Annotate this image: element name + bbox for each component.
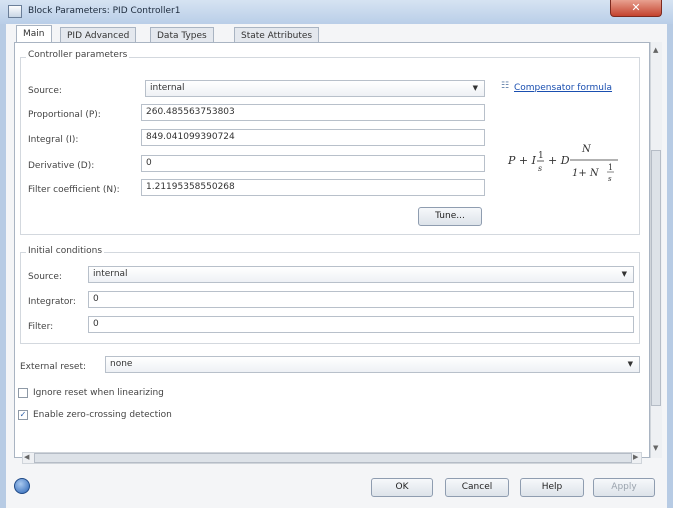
ic-source-label: Source: <box>28 272 62 282</box>
horizontal-scroll-thumb[interactable] <box>34 453 632 463</box>
chevron-down-icon: ▼ <box>621 270 627 278</box>
svg-text:+ D: + D <box>548 154 570 167</box>
external-reset-label: External reset: <box>20 362 87 372</box>
close-button[interactable]: ✕ <box>610 0 662 17</box>
zero-crossing-label: Enable zero-crossing detection <box>33 410 172 420</box>
chevron-down-icon: ▼ <box>627 360 633 368</box>
filter-coefficient-field[interactable]: 1.21195358550268 <box>141 179 485 196</box>
integrator-label: Integrator: <box>28 297 76 307</box>
tune-button[interactable]: Tune... <box>418 207 482 226</box>
proportional-label: Proportional (P): <box>28 110 101 120</box>
ok-button[interactable]: OK <box>371 478 433 497</box>
derivative-field[interactable]: 0 <box>141 155 485 172</box>
scroll-right-icon[interactable]: ▶ <box>633 453 638 461</box>
svg-text:s: s <box>608 175 612 183</box>
filter-coefficient-label: Filter coefficient (N): <box>28 185 120 195</box>
chevron-down-icon: ▼ <box>472 84 478 92</box>
external-reset-value: none <box>110 359 133 369</box>
vertical-scroll-thumb[interactable] <box>651 150 661 406</box>
svg-text:1: 1 <box>608 163 613 172</box>
window-title: Block Parameters: PID Controller1 <box>28 6 181 16</box>
ic-filter-label: Filter: <box>28 322 54 332</box>
svg-text:P + I: P + I <box>507 154 537 167</box>
initial-conditions-title: Initial conditions <box>26 246 105 256</box>
proportional-field[interactable]: 260.485563753803 <box>141 104 485 121</box>
ignore-reset-checkbox[interactable] <box>18 388 28 398</box>
svg-text:1: 1 <box>538 151 544 161</box>
scroll-down-icon[interactable]: ▼ <box>653 444 658 452</box>
help-button[interactable]: Help <box>520 478 584 497</box>
help-icon[interactable] <box>14 478 30 494</box>
apply-button[interactable]: Apply <box>593 478 655 497</box>
svg-text:N: N <box>581 144 592 155</box>
tab-state-attributes[interactable]: State Attributes <box>234 27 320 43</box>
integral-label: Integral (I): <box>28 135 79 145</box>
derivative-label: Derivative (D): <box>28 161 95 171</box>
tab-main[interactable]: Main <box>16 25 52 43</box>
cancel-button[interactable]: Cancel <box>445 478 509 497</box>
zero-crossing-checkbox[interactable]: ✓ <box>18 410 28 420</box>
source-label: Source: <box>28 86 62 96</box>
scroll-up-icon[interactable]: ▲ <box>653 46 658 54</box>
integrator-field[interactable]: 0 <box>88 291 634 308</box>
window-frame-right <box>667 24 673 508</box>
ic-filter-field[interactable]: 0 <box>88 316 634 333</box>
scroll-left-icon[interactable]: ◀ <box>24 453 29 461</box>
ic-source-value: internal <box>93 269 128 279</box>
window-icon <box>8 5 22 18</box>
controller-section-title: Controller parameters <box>26 50 130 60</box>
compensator-formula-link[interactable]: Compensator formula <box>514 83 612 93</box>
svg-text:s: s <box>538 164 542 173</box>
source-value: internal <box>150 83 185 93</box>
ic-source-dropdown[interactable]: internal ▼ <box>88 266 634 283</box>
compensator-formula: P + I 1 s + D N 1+ N 1 s <box>507 144 618 183</box>
tab-pid-advanced[interactable]: PID Advanced <box>60 27 137 43</box>
source-dropdown[interactable]: internal ▼ <box>145 80 485 97</box>
ignore-reset-label: Ignore reset when linearizing <box>33 388 164 398</box>
tab-data-types[interactable]: Data Types <box>150 27 214 43</box>
integral-field[interactable]: 849.041099390724 <box>141 129 485 146</box>
formula-icon: ☷ <box>501 81 510 91</box>
svg-text:1+ N: 1+ N <box>572 168 600 179</box>
external-reset-dropdown[interactable]: none ▼ <box>105 356 640 373</box>
